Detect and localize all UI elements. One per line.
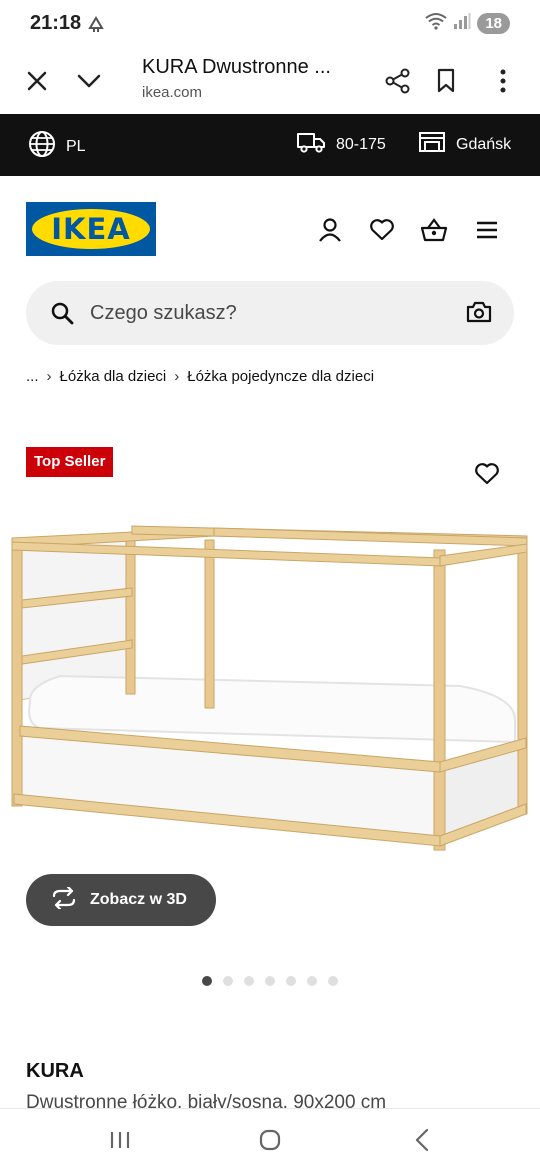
user-icon[interactable] xyxy=(314,214,346,246)
chevron-right-icon: › xyxy=(46,368,52,385)
top-seller-badge: Top Seller xyxy=(26,447,114,477)
search-icon xyxy=(50,301,74,330)
chevron-right-icon: › xyxy=(174,368,180,385)
shopping-basket-icon[interactable] xyxy=(418,214,450,246)
heart-icon[interactable] xyxy=(366,214,398,246)
postcode-selector[interactable]: 80-175 xyxy=(296,130,386,159)
view-in-3d-button[interactable]: Zobacz w 3D xyxy=(26,874,216,926)
language-label: PL xyxy=(66,137,86,155)
carousel-dot[interactable] xyxy=(265,976,275,986)
system-nav-bar xyxy=(0,1108,540,1170)
product-image[interactable] xyxy=(0,510,540,860)
breadcrumb-item-kids-beds[interactable]: Łóżka dla dzieci xyxy=(60,368,167,385)
carousel-dot[interactable] xyxy=(223,976,233,986)
tab-url: ikea.com xyxy=(142,84,203,101)
notification-icon xyxy=(86,14,106,34)
carousel-dot[interactable] xyxy=(286,976,296,986)
home-icon[interactable] xyxy=(250,1125,290,1155)
chevron-down-icon[interactable] xyxy=(72,64,106,98)
back-icon[interactable] xyxy=(402,1125,442,1155)
store-label: Gdańsk xyxy=(456,135,512,153)
search-placeholder: Czego szukasz? xyxy=(90,302,237,324)
breadcrumb-ellipsis[interactable]: ... xyxy=(26,368,39,385)
rotate-3d-icon xyxy=(50,885,78,914)
carousel-dot[interactable] xyxy=(328,976,338,986)
share-icon[interactable] xyxy=(381,64,415,98)
close-icon[interactable] xyxy=(20,64,54,98)
view-in-3d-label: Zobacz w 3D xyxy=(90,891,187,908)
language-selector[interactable]: PL xyxy=(28,130,86,163)
favourite-heart-icon[interactable] xyxy=(470,457,504,491)
tab-title: KURA Dwustronne ... xyxy=(142,56,331,78)
delivery-truck-icon xyxy=(296,130,326,159)
battery-indicator: 18 xyxy=(477,13,510,34)
carousel-dot[interactable] xyxy=(244,976,254,986)
status-icons: 18 xyxy=(425,12,510,35)
site-header: IKEA xyxy=(0,176,540,276)
camera-search-icon[interactable] xyxy=(466,300,492,329)
globe-icon xyxy=(28,130,56,163)
status-bar: 21:18 18 xyxy=(0,0,540,48)
more-vertical-icon[interactable] xyxy=(486,64,520,98)
ikea-logo[interactable]: IKEA xyxy=(26,202,156,256)
breadcrumb-item-single-kids-beds[interactable]: Łóżka pojedyncze dla dzieci xyxy=(187,368,374,385)
signal-icon xyxy=(453,12,471,35)
status-time: 21:18 xyxy=(30,12,82,34)
recent-apps-icon[interactable] xyxy=(100,1125,140,1155)
menu-icon[interactable] xyxy=(471,214,503,246)
image-carousel-dots xyxy=(202,976,338,986)
store-icon xyxy=(418,130,446,159)
browser-toolbar: KURA Dwustronne ... ikea.com xyxy=(0,48,540,114)
carousel-dot[interactable] xyxy=(202,976,212,986)
wifi-icon xyxy=(425,12,447,35)
store-selector[interactable]: Gdańsk xyxy=(418,130,511,159)
carousel-dot[interactable] xyxy=(307,976,317,986)
bookmark-icon[interactable] xyxy=(429,64,463,98)
postcode-label: 80-175 xyxy=(336,135,386,153)
product-name: KURA xyxy=(26,1060,84,1082)
info-strip: PL 80-175 Gdańsk xyxy=(0,114,540,176)
search-input[interactable]: Czego szukasz? xyxy=(26,281,514,345)
breadcrumb: ... › Łóżka dla dzieci › Łóżka pojedyncz… xyxy=(26,368,374,385)
